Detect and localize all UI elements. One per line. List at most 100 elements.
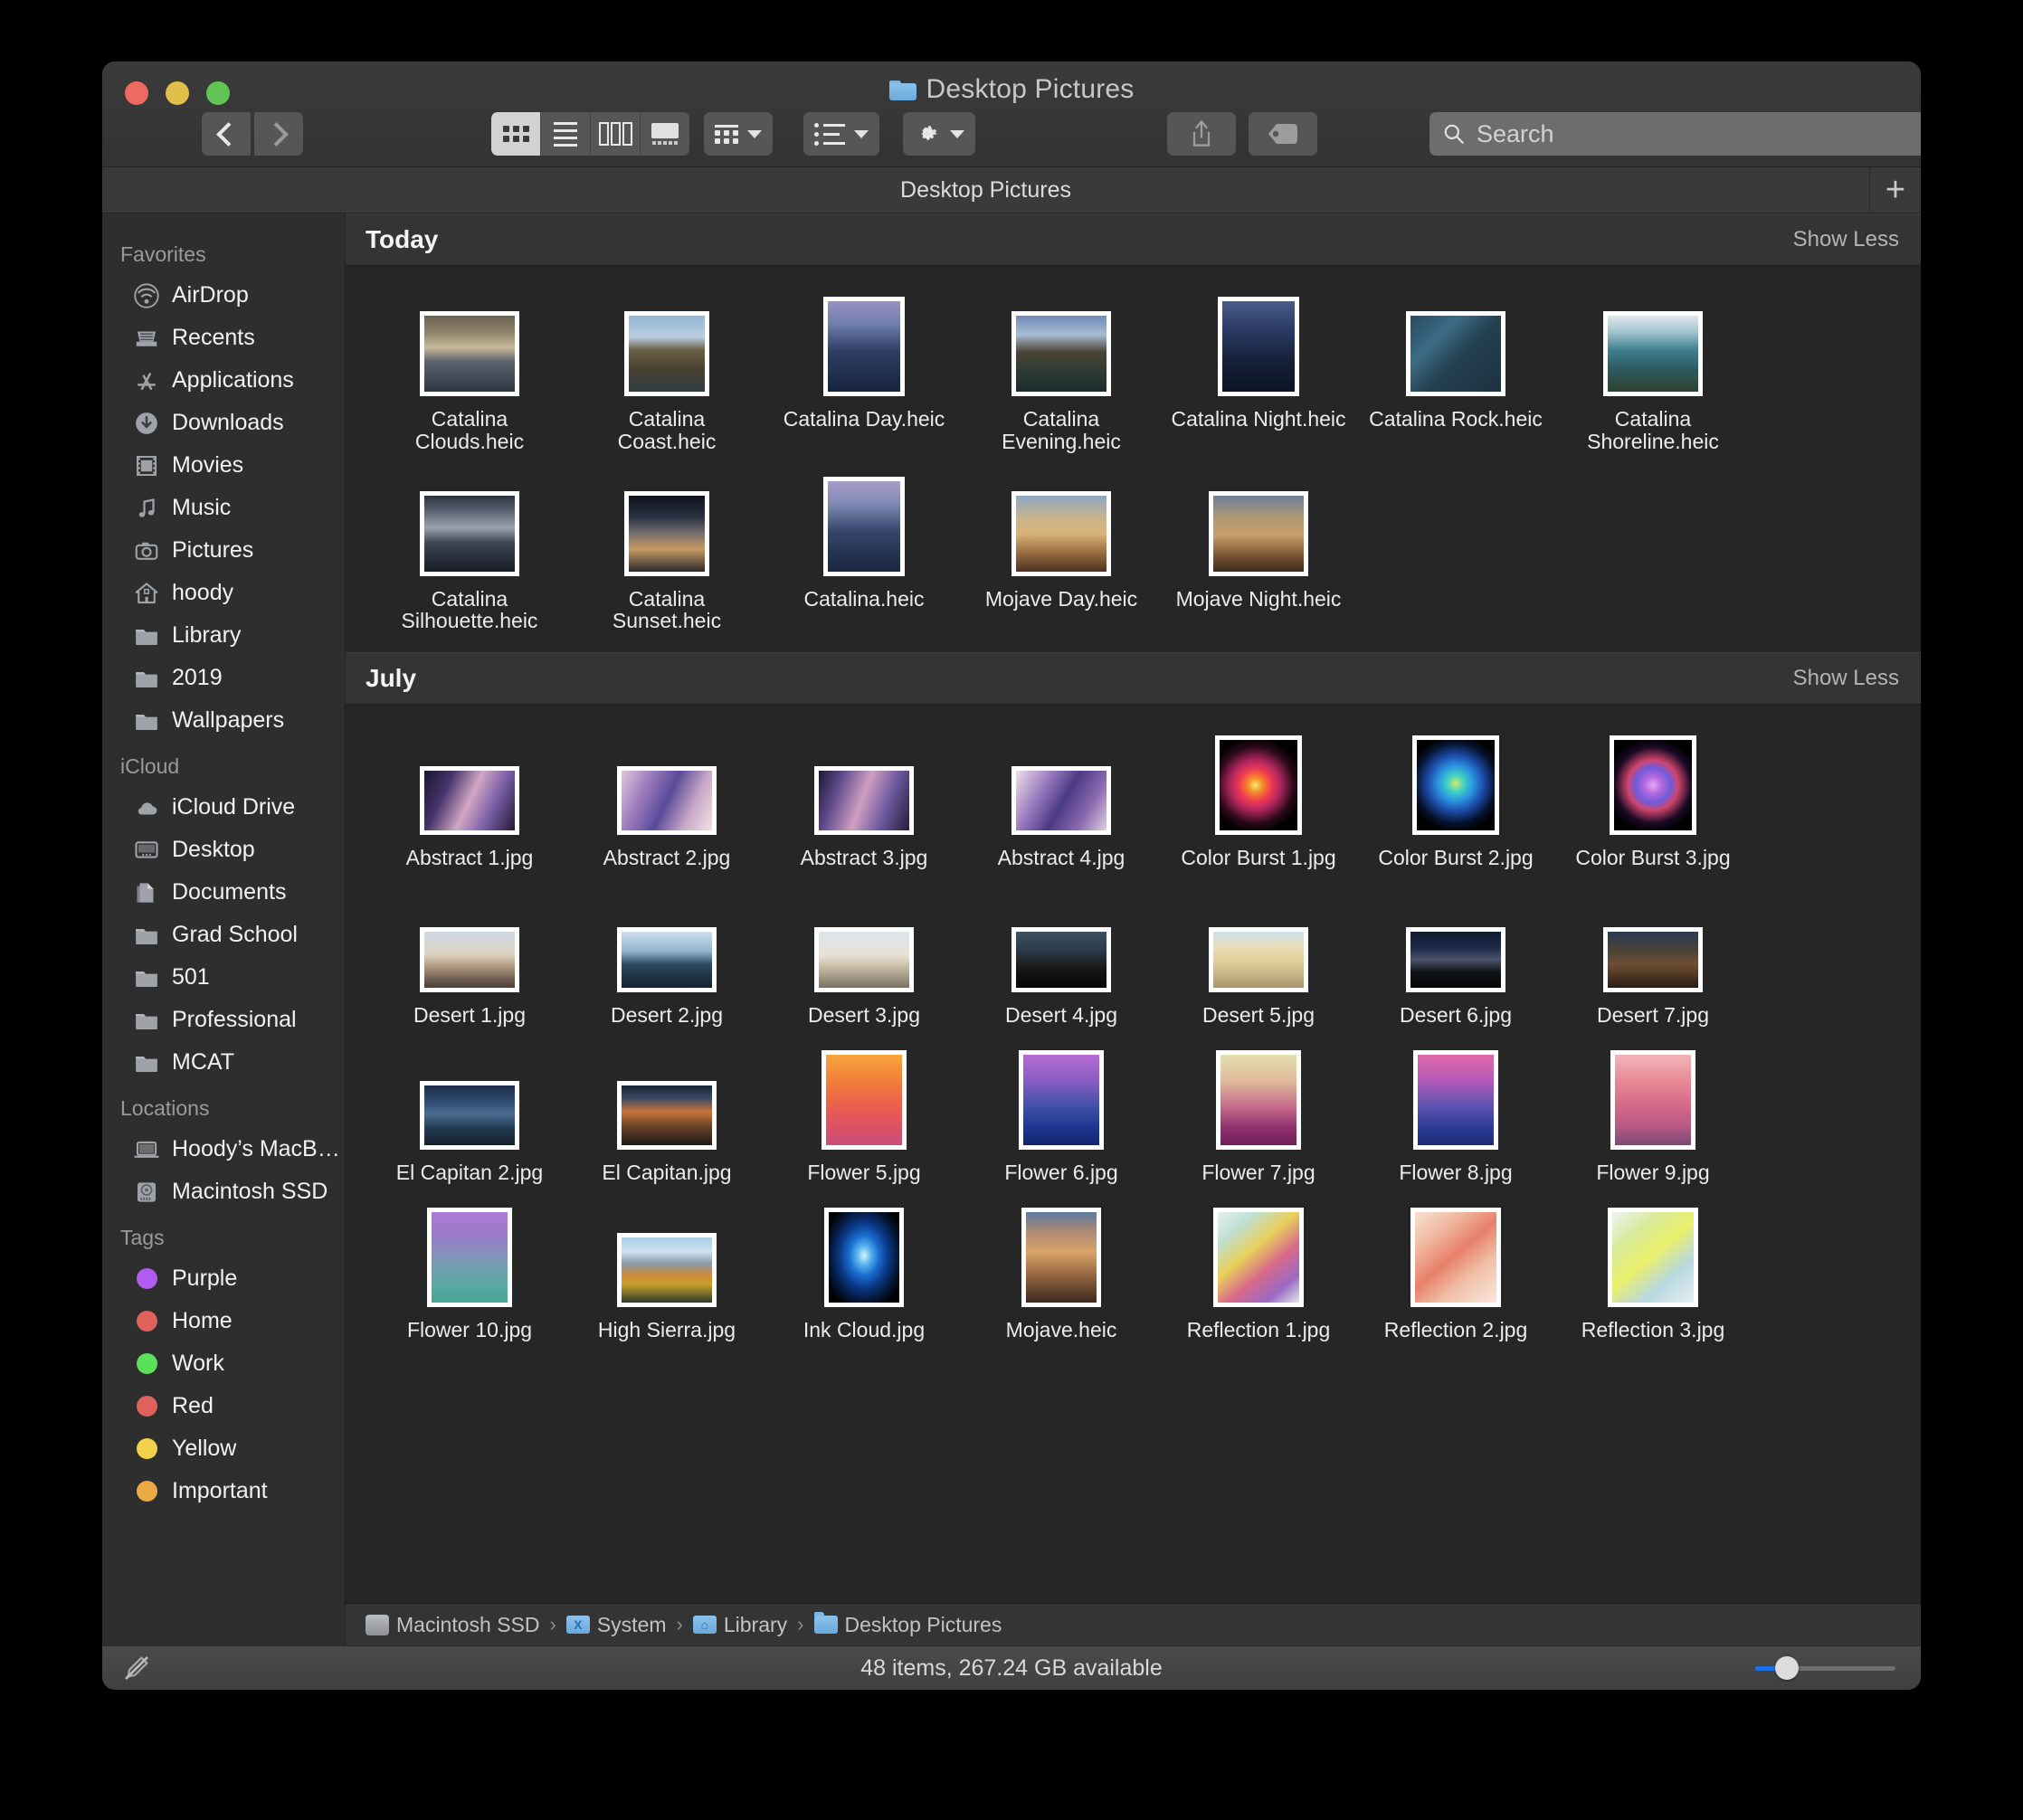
file-item[interactable]: Reflection 3.jpg	[1562, 1190, 1744, 1341]
file-item[interactable]: Desert 4.jpg	[970, 875, 1153, 1027]
sidebar-item-library[interactable]: Library	[102, 614, 345, 657]
file-item[interactable]: Mojave.heic	[970, 1190, 1153, 1341]
sidebar-item-mcat[interactable]: MCAT	[102, 1041, 345, 1084]
sidebar-item-hoody[interactable]: hoody	[102, 572, 345, 614]
sidebar-item-hoody-s-macb[interactable]: Hoody’s MacB…	[102, 1128, 345, 1171]
recents-icon	[133, 325, 160, 352]
tab-desktop-pictures[interactable]: Desktop Pictures	[102, 167, 1870, 213]
chevron-down-icon	[747, 130, 762, 138]
file-item[interactable]: Desert 5.jpg	[1167, 875, 1350, 1027]
sidebar-item-501[interactable]: 501	[102, 956, 345, 999]
file-item[interactable]: Mojave Day.heic	[970, 459, 1153, 633]
applications-icon	[133, 367, 160, 394]
file-item[interactable]: Mojave Night.heic	[1167, 459, 1350, 633]
sidebar-item-wallpapers[interactable]: Wallpapers	[102, 699, 345, 742]
sidebar-item-home[interactable]: Home	[102, 1300, 345, 1342]
sidebar-item-red[interactable]: Red	[102, 1385, 345, 1427]
column-view-button[interactable]	[591, 112, 641, 156]
sidebar-item-documents[interactable]: Documents	[102, 871, 345, 914]
path-crumb[interactable]: Macintosh SSD	[366, 1613, 540, 1637]
action-button[interactable]	[903, 112, 975, 156]
show-less-link[interactable]: Show Less	[1793, 227, 1899, 252]
tags-button[interactable]	[1249, 112, 1317, 156]
sidebar-item-icloud-drive[interactable]: iCloud Drive	[102, 786, 345, 829]
file-item[interactable]: Desert 1.jpg	[378, 875, 561, 1027]
file-item[interactable]: Color Burst 1.jpg	[1167, 717, 1350, 869]
file-item[interactable]: Flower 6.jpg	[970, 1032, 1153, 1184]
file-item[interactable]: El Capitan 2.jpg	[378, 1032, 561, 1184]
search-field[interactable]: Search	[1429, 112, 1921, 156]
sidebar-item-work[interactable]: Work	[102, 1342, 345, 1385]
sidebar-item-important[interactable]: Important	[102, 1470, 345, 1512]
file-item[interactable]: Catalina Clouds.heic	[378, 279, 561, 453]
sidebar-item-downloads[interactable]: Downloads	[102, 402, 345, 444]
file-item[interactable]: Abstract 1.jpg	[378, 717, 561, 869]
forward-button[interactable]	[254, 112, 303, 156]
file-item[interactable]: Desert 7.jpg	[1562, 875, 1744, 1027]
file-item[interactable]: Desert 6.jpg	[1364, 875, 1547, 1027]
sidebar-item-2019[interactable]: 2019	[102, 657, 345, 699]
file-item[interactable]: Ink Cloud.jpg	[773, 1190, 955, 1341]
file-name: Flower 5.jpg	[807, 1161, 920, 1184]
path-crumb-label: Library	[724, 1613, 787, 1637]
file-item[interactable]: Color Burst 3.jpg	[1562, 717, 1744, 869]
file-item[interactable]: Catalina Rock.heic	[1364, 279, 1547, 453]
file-item[interactable]: El Capitan.jpg	[575, 1032, 758, 1184]
icon-view-button[interactable]	[491, 112, 541, 156]
path-crumb[interactable]: XSystem	[566, 1613, 667, 1637]
show-less-link[interactable]: Show Less	[1793, 666, 1899, 691]
path-crumb[interactable]: Desktop Pictures	[814, 1613, 1002, 1637]
group-by-button[interactable]	[704, 112, 773, 156]
sidebar-item-macintosh-ssd[interactable]: Macintosh SSD	[102, 1171, 345, 1213]
file-thumbnail	[1215, 735, 1302, 835]
path-crumb[interactable]: ⌂Library	[693, 1613, 787, 1637]
file-item[interactable]: Flower 7.jpg	[1167, 1032, 1350, 1184]
sidebar-item-grad-school[interactable]: Grad School	[102, 914, 345, 956]
list-view-button[interactable]	[541, 112, 591, 156]
back-button[interactable]	[202, 112, 251, 156]
gallery-view-button[interactable]	[641, 112, 689, 156]
file-item[interactable]: Reflection 1.jpg	[1167, 1190, 1350, 1341]
file-item[interactable]: Flower 9.jpg	[1562, 1032, 1744, 1184]
share-button[interactable]	[1167, 112, 1236, 156]
arrange-button[interactable]	[803, 112, 879, 156]
file-grid-scroll[interactable]: TodayShow LessCatalina Clouds.heicCatali…	[346, 213, 1921, 1603]
sidebar-item-music[interactable]: Music	[102, 487, 345, 529]
slider-knob[interactable]	[1775, 1656, 1799, 1680]
new-tab-button[interactable]: +	[1870, 167, 1921, 213]
sidebar-item-label: Important	[172, 1478, 268, 1504]
chevron-right-icon	[264, 122, 289, 147]
file-item[interactable]: Catalina.heic	[773, 459, 955, 633]
sidebar-item-professional[interactable]: Professional	[102, 999, 345, 1041]
file-name: Abstract 1.jpg	[406, 847, 534, 869]
sidebar-item-pictures[interactable]: Pictures	[102, 529, 345, 572]
file-item[interactable]: Flower 8.jpg	[1364, 1032, 1547, 1184]
file-item[interactable]: Color Burst 2.jpg	[1364, 717, 1547, 869]
file-item[interactable]: Catalina Sunset.heic	[575, 459, 758, 633]
file-item[interactable]: Catalina Day.heic	[773, 279, 955, 453]
file-item[interactable]: Abstract 2.jpg	[575, 717, 758, 869]
file-item[interactable]: Reflection 2.jpg	[1364, 1190, 1547, 1341]
file-item[interactable]: Catalina Evening.heic	[970, 279, 1153, 453]
file-item[interactable]: Catalina Coast.heic	[575, 279, 758, 453]
sidebar-item-recents[interactable]: Recents	[102, 317, 345, 359]
sidebar-item-purple[interactable]: Purple	[102, 1257, 345, 1300]
file-item[interactable]: High Sierra.jpg	[575, 1190, 758, 1341]
sidebar-item-applications[interactable]: Applications	[102, 359, 345, 402]
sidebar-item-yellow[interactable]: Yellow	[102, 1427, 345, 1470]
sidebar-item-movies[interactable]: Movies	[102, 444, 345, 487]
file-name: Catalina Coast.heic	[578, 408, 755, 453]
file-item[interactable]: Abstract 3.jpg	[773, 717, 955, 869]
file-item[interactable]: Desert 2.jpg	[575, 875, 758, 1027]
file-item[interactable]: Abstract 4.jpg	[970, 717, 1153, 869]
file-name: Desert 4.jpg	[1005, 1004, 1117, 1027]
file-item[interactable]: Flower 5.jpg	[773, 1032, 955, 1184]
file-item[interactable]: Catalina Shoreline.heic	[1562, 279, 1744, 453]
zoom-slider[interactable]	[1755, 1664, 1895, 1672]
file-item[interactable]: Catalina Night.heic	[1167, 279, 1350, 453]
file-item[interactable]: Flower 10.jpg	[378, 1190, 561, 1341]
file-item[interactable]: Catalina Silhouette.heic	[378, 459, 561, 633]
sidebar-item-desktop[interactable]: Desktop	[102, 829, 345, 871]
file-item[interactable]: Desert 3.jpg	[773, 875, 955, 1027]
sidebar-item-airdrop[interactable]: AirDrop	[102, 274, 345, 317]
